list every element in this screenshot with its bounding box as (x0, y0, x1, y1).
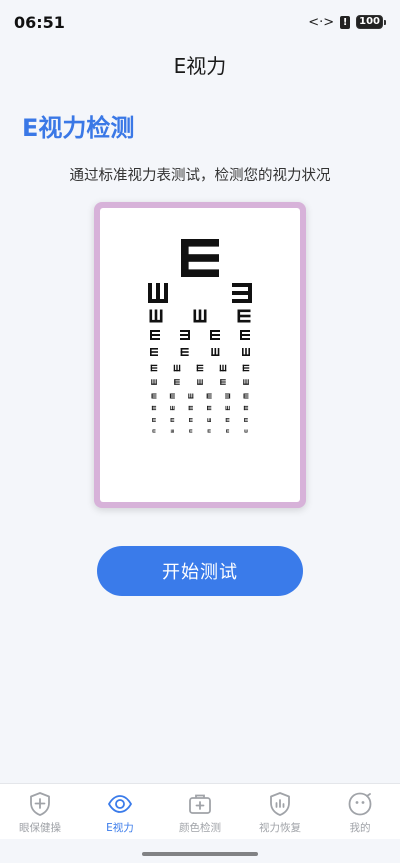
alert-icon: ! (340, 15, 351, 29)
tab-eye-exercise[interactable]: 眼保健操 (0, 791, 80, 835)
status-icons: <·> ! 100 (308, 15, 386, 30)
tab-color-test[interactable]: 颜色检测 (160, 791, 240, 835)
eye-chart-image (100, 208, 300, 502)
tumbling-e-chart-icon (148, 239, 252, 433)
tab-mine[interactable]: 我的 (320, 791, 400, 835)
battery-icon: 100 (356, 15, 386, 29)
medical-kit-icon (189, 794, 211, 814)
tab-label: 颜色检测 (179, 822, 221, 834)
bar-chart-icon (270, 792, 290, 816)
home-indicator[interactable] (142, 852, 258, 856)
battery-level: 100 (356, 15, 383, 29)
eye-chart-card (94, 202, 306, 508)
bottom-tab-bar: 眼保健操 E视力 颜色检测 视力恢复 我的 (0, 783, 400, 839)
page-title: E视力 (173, 53, 227, 78)
tab-vision-recovery[interactable]: 视力恢复 (240, 791, 320, 835)
section-subtitle: 通过标准视力表测试，检测您的视力状况 (69, 168, 331, 184)
app-header: E视力 (0, 44, 400, 84)
eye-icon (108, 795, 132, 813)
tab-label: 眼保健操 (19, 822, 61, 834)
data-transfer-icon: <·> (308, 14, 335, 30)
tab-label: 我的 (349, 822, 371, 834)
tab-label: E视力 (106, 822, 134, 834)
smiley-icon (348, 792, 372, 816)
tab-label: 视力恢复 (259, 822, 301, 834)
tab-e-vision[interactable]: E视力 (80, 791, 160, 835)
shield-plus-icon (30, 792, 50, 816)
status-bar: 06:51 <·> ! 100 (0, 0, 400, 44)
status-time: 06:51 (14, 12, 65, 32)
section-title: E视力检测 (22, 114, 135, 142)
start-test-button[interactable]: 开始测试 (97, 546, 303, 596)
